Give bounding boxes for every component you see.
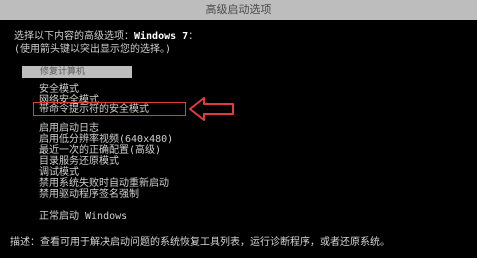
os-name: Windows 7 [134,31,189,42]
option-start-windows-normally[interactable]: 正常启动 Windows [39,211,127,223]
intro-text: 选择以下内容的高级选项：Windows 7： (使用箭头键以突出显示您的选择。) [14,30,198,56]
annotation-highlight-box [33,102,186,116]
description-text: 查看可用于解决启动问题的系统恢复工具列表，运行诊断程序，或者还原系统。 [40,237,390,248]
intro-line-1: 选择以下内容的高级选项：Windows 7： [14,30,198,43]
intro-suffix: ： [188,31,199,42]
intro-line-2: (使用箭头键以突出显示您的选择。) [14,44,172,55]
description-label: 描述： [10,237,40,248]
selected-option-repair[interactable]: 修复计算机 [22,66,132,78]
boot-options-screen: 高级启动选项 选择以下内容的高级选项：Windows 7： (使用箭头键以突出显… [0,0,477,258]
title-bar: 高级启动选项 [0,0,477,20]
annotation-arrow-icon [189,97,234,121]
intro-prefix: 选择以下内容的高级选项： [14,31,134,42]
description-footer: 描述：查看可用于解决启动问题的系统恢复工具列表，运行诊断程序，或者还原系统。 [10,236,390,250]
option-disable-driver-signature[interactable]: 禁用驱动程序签名强制 [39,189,139,201]
